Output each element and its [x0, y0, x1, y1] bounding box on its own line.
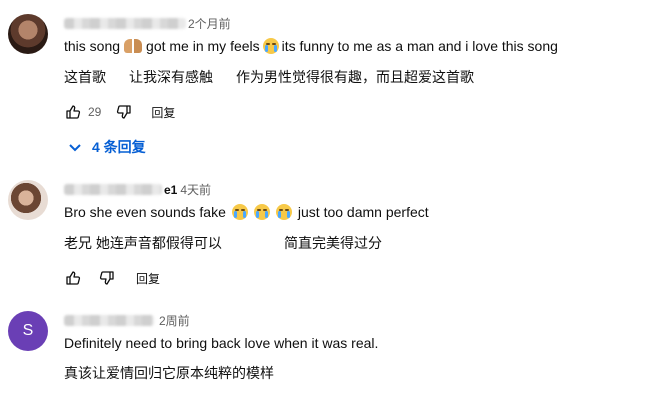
comment-meta: 2周前 — [64, 312, 190, 329]
comment-time[interactable]: 2个月前 — [188, 15, 231, 32]
comment-time[interactable]: 4天前 — [180, 181, 211, 198]
comment-text: this song got me in my feels its funny t… — [64, 38, 558, 54]
replies-count-label: 4 条回复 — [92, 139, 146, 155]
translation-segment: 作为男性觉得很有趣，而且超爱这首歌 — [236, 69, 474, 85]
thumbs-up-icon[interactable] — [64, 103, 82, 121]
comment-text: Definitely need to bring back love when … — [64, 335, 379, 351]
thumbs-down-icon[interactable] — [98, 269, 116, 287]
thumbs-down-icon[interactable] — [115, 103, 133, 121]
translation-segment: 真该让爱情回归它原本纯粹的模样 — [64, 365, 274, 381]
reply-button[interactable]: 回复 — [136, 270, 160, 287]
clapping-hands-emoji — [124, 39, 143, 53]
comment-meta: 2个月前 — [64, 15, 231, 32]
translation-segment: 老兄 她连声音都假得可以 — [64, 235, 222, 251]
view-replies-button[interactable]: 4 条回复 — [66, 137, 146, 157]
comment-time[interactable]: 2周前 — [159, 312, 190, 329]
user-avatar[interactable] — [8, 180, 48, 220]
translation-segment: 让我深有感触 — [129, 69, 213, 85]
blurred-username[interactable] — [64, 315, 154, 326]
translation-segment: 简直完美得过分 — [284, 235, 382, 251]
avatar-letter: S — [22, 322, 34, 339]
crying-face-emoji — [231, 204, 248, 220]
user-avatar[interactable]: S — [8, 311, 48, 351]
comment-meta: e1 4天前 — [64, 181, 211, 198]
translation-segment: 这首歌 — [64, 69, 106, 85]
blurred-username[interactable] — [64, 184, 162, 195]
reply-button[interactable]: 回复 — [151, 104, 175, 121]
comment-text: Bro she even sounds fake just too damn p… — [64, 204, 429, 220]
thumbs-up-icon[interactable] — [64, 269, 82, 287]
crying-face-emoji — [262, 38, 279, 54]
blurred-username[interactable] — [64, 18, 186, 29]
chevron-down-icon — [66, 138, 84, 156]
comment-actions: 29 回复 — [64, 103, 175, 121]
comment-actions: 回复 — [64, 269, 160, 287]
username-suffix[interactable]: e1 — [164, 183, 177, 197]
crying-face-emoji — [253, 204, 270, 220]
crying-face-emoji — [275, 204, 292, 220]
like-count: 29 — [88, 105, 102, 119]
user-avatar[interactable] — [8, 14, 48, 54]
